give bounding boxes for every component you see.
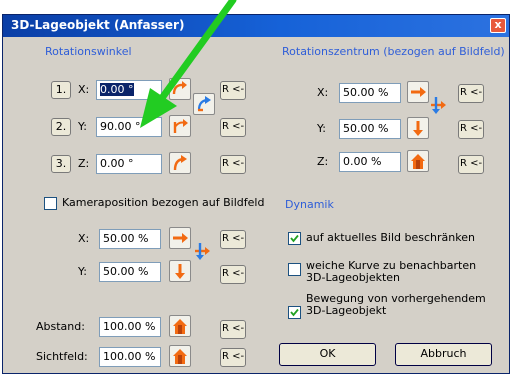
annotation-arrow-icon xyxy=(140,0,237,128)
